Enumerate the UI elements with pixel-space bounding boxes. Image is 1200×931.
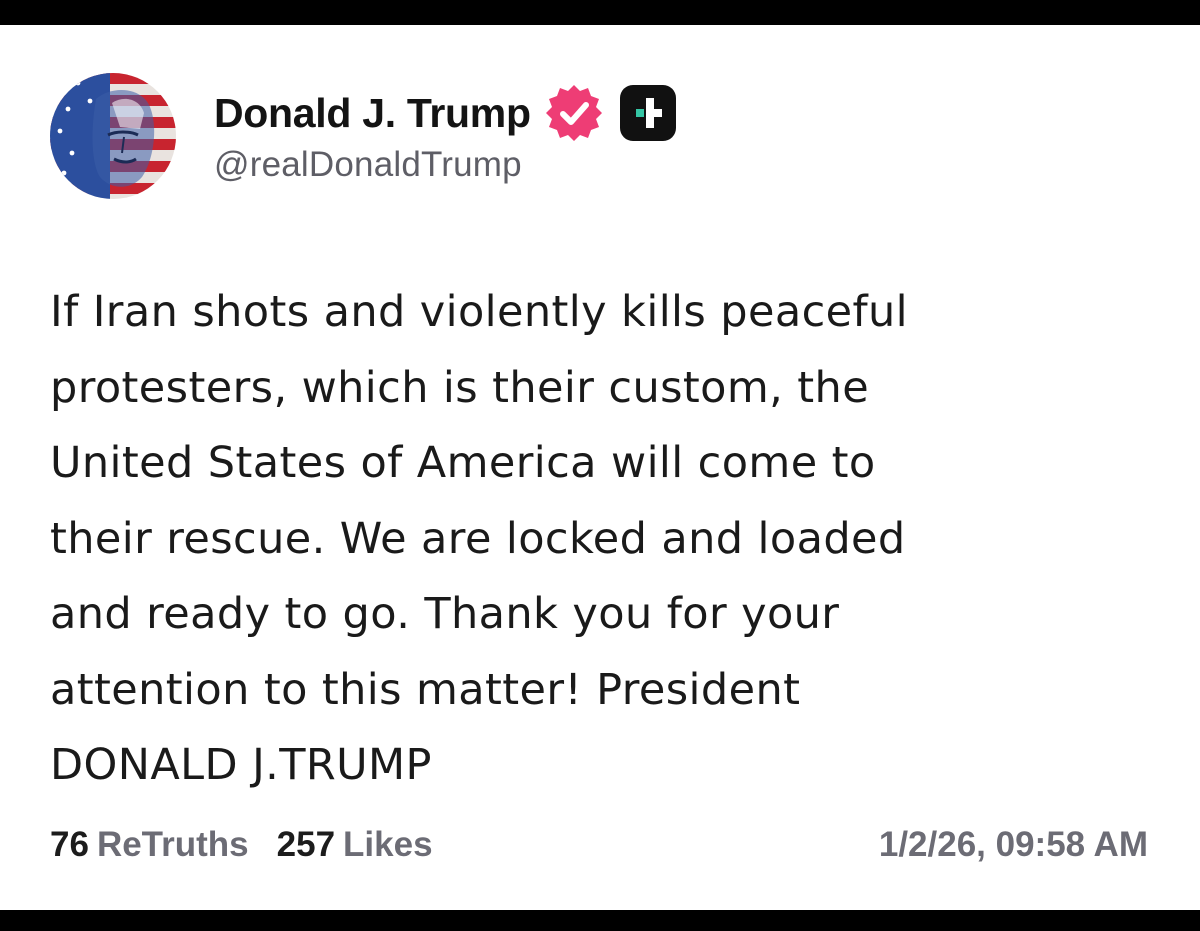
post-body-text: If Iran shots and violently kills peacef… — [50, 287, 909, 790]
author-handle[interactable]: @realDonaldTrump — [214, 145, 522, 185]
verified-badge-icon — [545, 85, 602, 141]
likes-label: Likes — [343, 825, 433, 864]
post-stats: 76 ReTruths 257 Likes — [50, 825, 461, 865]
author-avatar[interactable] — [50, 73, 176, 199]
flag-portrait-avatar — [50, 73, 176, 199]
plus-badge-icon — [619, 85, 676, 141]
retruths-stat[interactable]: 76 ReTruths — [50, 825, 249, 865]
post-timestamp[interactable]: 1/2/26, 09:58 AM — [879, 825, 1148, 865]
post-card: Donald J. Trump @realDonaldTrump If Iran… — [0, 25, 1200, 910]
author-display-name[interactable]: Donald J. Trump — [214, 90, 531, 137]
retruths-count: 76 — [50, 825, 89, 864]
retruths-label: ReTruths — [96, 825, 249, 864]
author-name-row: Donald J. Trump — [214, 83, 679, 143]
likes-stat[interactable]: 257 Likes — [277, 825, 433, 865]
likes-count: 257 — [276, 825, 336, 864]
